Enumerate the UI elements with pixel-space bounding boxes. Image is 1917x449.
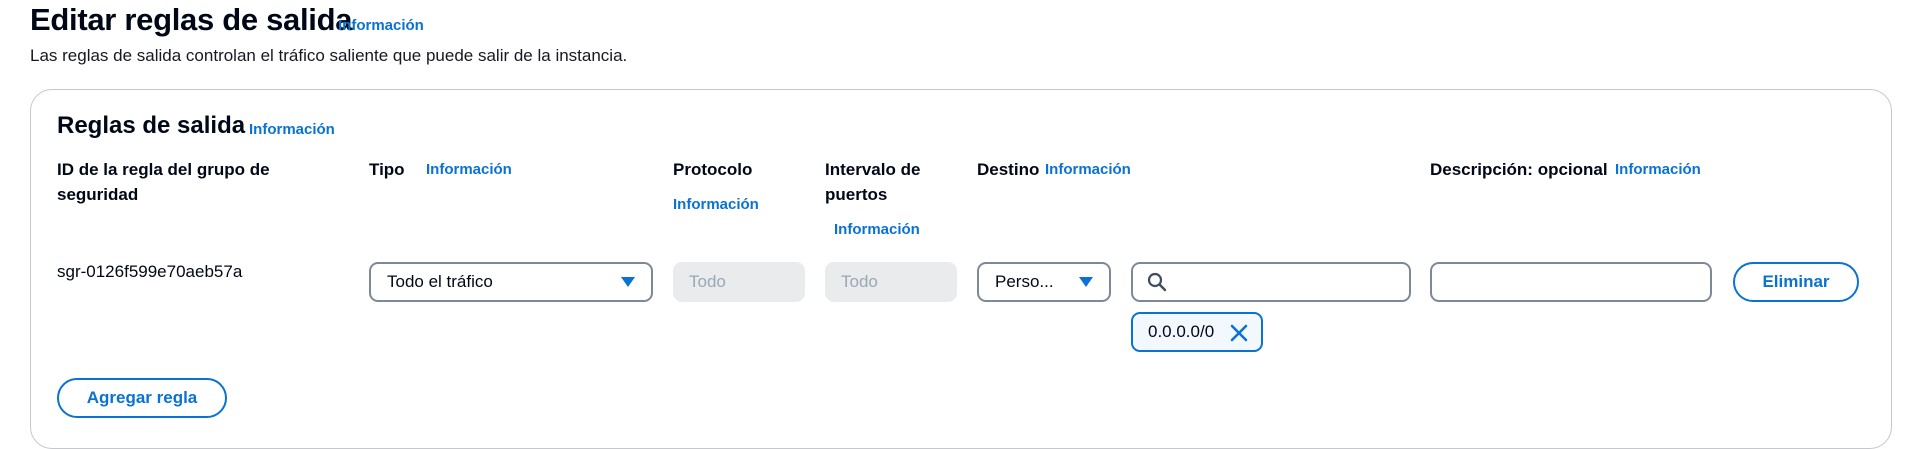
- destination-token: 0.0.0.0/0: [1131, 312, 1263, 352]
- destination-info-link[interactable]: Información: [1045, 161, 1131, 178]
- caret-down-icon: [1079, 277, 1093, 287]
- protocol-value: Todo: [689, 272, 726, 291]
- description-input[interactable]: [1430, 262, 1712, 302]
- page-description: Las reglas de salida controlan el tráfic…: [30, 46, 628, 65]
- destination-type-select[interactable]: Perso...: [977, 262, 1111, 302]
- column-header-protocol: Protocolo: [673, 160, 753, 179]
- column-header-type: Tipo: [369, 160, 405, 179]
- add-rule-button[interactable]: Agregar regla: [57, 378, 227, 418]
- destination-token-label: 0.0.0.0/0: [1148, 322, 1215, 341]
- outbound-rules-panel: Reglas de salida Información ID de la re…: [30, 89, 1892, 449]
- rule-id-value: sgr-0126f599e70aeb57a: [57, 262, 243, 281]
- port-range-input: Todo: [825, 262, 957, 302]
- type-info-link[interactable]: Información: [426, 161, 512, 178]
- destination-select-value: Perso...: [995, 272, 1054, 291]
- caret-down-icon: [621, 277, 635, 287]
- port-range-info-link[interactable]: Información: [834, 221, 920, 238]
- column-header-destination: Destino: [977, 160, 1040, 179]
- delete-rule-button[interactable]: Eliminar: [1733, 262, 1859, 302]
- search-icon: [1147, 272, 1167, 292]
- column-header-rule-id: ID de la regla del grupo de seguridad: [57, 160, 270, 204]
- protocol-input: Todo: [673, 262, 805, 302]
- panel-info-link[interactable]: Información: [249, 121, 335, 138]
- close-icon[interactable]: [1229, 323, 1249, 343]
- column-header-description: Descripción: opcional: [1430, 160, 1608, 179]
- column-header-port-range: Intervalo de puertos: [825, 160, 921, 204]
- description-info-link[interactable]: Información: [1615, 161, 1701, 178]
- destination-search-input[interactable]: [1131, 262, 1411, 302]
- page-info-link[interactable]: Información: [338, 17, 424, 34]
- type-select-value: Todo el tráfico: [387, 272, 493, 291]
- page-title: Editar reglas de salida: [30, 2, 353, 37]
- protocol-info-link[interactable]: Información: [673, 196, 759, 213]
- type-select[interactable]: Todo el tráfico: [369, 262, 653, 302]
- port-range-value: Todo: [841, 272, 878, 291]
- panel-title: Reglas de salida: [57, 112, 246, 139]
